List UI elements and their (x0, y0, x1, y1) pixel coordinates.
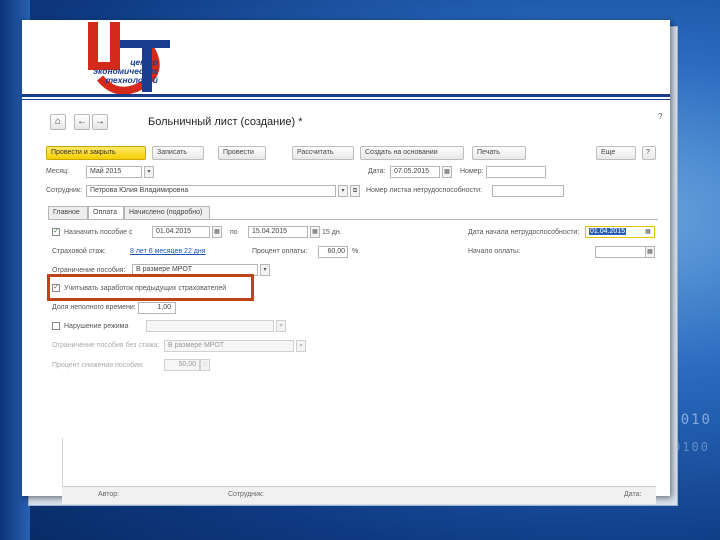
employee-open-icon[interactable]: ⧉ (350, 185, 360, 197)
certificate-label: Номер листка нетрудоспособности: (366, 187, 483, 194)
limit-after-label: Ограничение пособия без стажа: (52, 342, 160, 349)
status-bar: Автор: Сотрудник: Дата: (62, 486, 656, 504)
violation-dropdown-icon[interactable]: ▾ (276, 320, 286, 332)
window-edge-line (62, 438, 63, 486)
post-button[interactable]: Провести (218, 146, 266, 160)
month-field[interactable]: Май 2015 (86, 166, 142, 178)
limit-after-field[interactable]: В размере МРОТ (164, 340, 294, 352)
employee-field[interactable]: Петрова Юлия Владимировна (86, 185, 336, 197)
benefit-from-checkbox[interactable]: ✓ (52, 228, 60, 236)
benefit-to-calendar-icon[interactable]: ▦ (310, 226, 320, 238)
month-label: Месяц: (46, 168, 70, 175)
arrow-left-icon[interactable]: ← (74, 114, 90, 130)
disability-start-label: Дата начала нетрудоспособности: (468, 229, 580, 236)
more-button[interactable]: Еще (596, 146, 636, 160)
page-title: Больничный лист (создание) * (148, 116, 303, 128)
date-calendar-icon[interactable]: ▦ (442, 166, 452, 178)
employee-label: Сотрудник: (46, 187, 82, 194)
part-time-label: Доля неполного времени: (52, 304, 136, 311)
benefit-to-field[interactable]: 15.04.2015 (248, 226, 308, 238)
benefit-from-field[interactable]: 01.04.2015 (152, 226, 210, 238)
reduce-label: Процент снижения пособия: (52, 362, 144, 369)
logo-line-3: технологий (105, 75, 158, 85)
insurance-label: Страховой стаж: (52, 248, 106, 255)
month-calendar-icon[interactable]: ▾ (144, 166, 154, 178)
tab-main[interactable]: Главное (48, 206, 88, 219)
status-author: Автор: (98, 491, 120, 498)
violation-label: Нарушение режима (64, 323, 129, 330)
limit-after-dropdown-icon[interactable]: ▾ (296, 340, 306, 352)
beginning-label: Начало оплаты: (468, 248, 521, 255)
reduce-unit-box: □ (200, 359, 210, 371)
header-rule-thick (22, 94, 670, 97)
print-button[interactable]: Печать (472, 146, 526, 160)
company-logo: центр экономических технологий (48, 18, 178, 98)
status-date: Дата: (624, 491, 642, 498)
number-field[interactable] (486, 166, 546, 178)
limit-dropdown-icon[interactable]: ▾ (260, 264, 270, 276)
days-count: 15 дн. (322, 229, 342, 236)
beginning-calendar-icon[interactable]: ▦ (645, 246, 655, 258)
violation-field[interactable] (146, 320, 274, 332)
benefit-from-calendar-icon[interactable]: ▦ (212, 226, 222, 238)
calculate-button[interactable]: Рассчитать (292, 146, 354, 160)
highlight-frame (47, 274, 254, 301)
percent-label: Процент оплаты: (252, 248, 308, 255)
create-based-on-button[interactable]: Создать на основании (360, 146, 464, 160)
percent-unit: % (352, 248, 359, 255)
date-label: Дата: (368, 168, 386, 175)
percent-field[interactable]: 60,00 (318, 246, 348, 258)
certificate-field[interactable] (492, 185, 564, 197)
insurance-link[interactable]: 8 лет 6 месяцев 22 дня (130, 248, 206, 255)
disability-start-value: 01.04.2015 (589, 228, 627, 235)
reduce-field[interactable]: 50,00 (164, 359, 200, 371)
save-button[interactable]: Записать (152, 146, 204, 160)
limit-label: Ограничение пособия: (52, 267, 126, 274)
part-time-field[interactable]: 1,00 (138, 302, 176, 314)
date-field[interactable]: 07.05.2015 (390, 166, 440, 178)
post-and-close-button[interactable]: Провести и закрыть (46, 146, 146, 160)
home-icon[interactable]: ⌂ (50, 114, 66, 130)
employee-dropdown-icon[interactable]: ▾ (338, 185, 348, 197)
to-label: по (230, 229, 238, 236)
arrow-right-icon[interactable]: → (92, 114, 108, 130)
header-rule-thin (22, 99, 670, 100)
window-help-mark[interactable]: ? (658, 112, 662, 121)
status-employee: Сотрудник: (228, 491, 264, 498)
document-form: ⌂ ← → Больничный лист (создание) * ? Про… (40, 106, 665, 438)
violation-checkbox[interactable] (52, 322, 60, 330)
tab-divider (48, 219, 658, 220)
disability-start-calendar-icon[interactable]: ▦ (643, 227, 653, 237)
number-label: Номер: (460, 168, 484, 175)
tab-accrued-details[interactable]: Начислено (подробно) (124, 206, 210, 219)
tab-payment[interactable]: Оплата (88, 206, 124, 220)
benefit-from-label: Назначить пособие с (64, 229, 133, 236)
help-button[interactable]: ? (642, 146, 656, 160)
